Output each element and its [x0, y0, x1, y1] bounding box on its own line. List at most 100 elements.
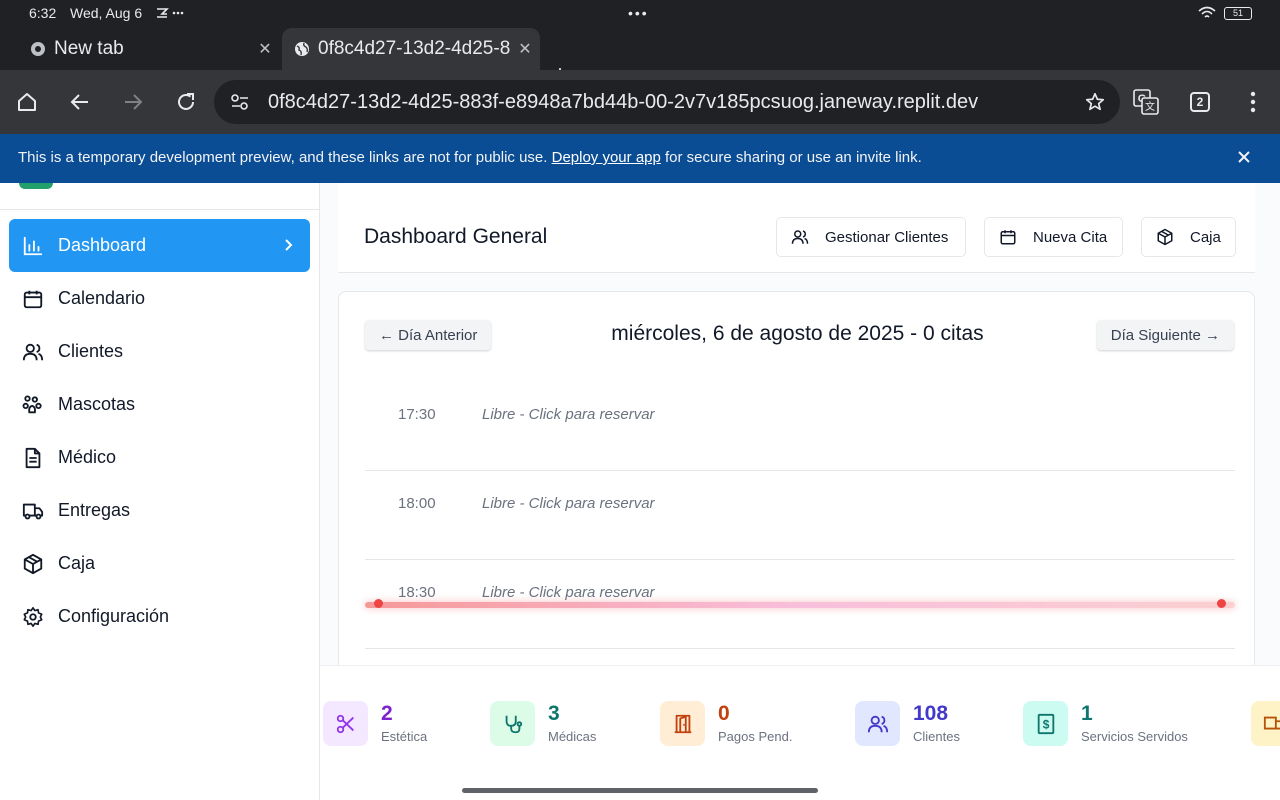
- url-text[interactable]: 0f8c4d27-13d2-4d25-883f-e8948a7bd44b-00-…: [268, 91, 1068, 114]
- sidebar-item-dashboard[interactable]: Dashboard: [9, 219, 310, 272]
- system-status-bar: 6:32 Wed, Aug 6 ••• 51: [0, 0, 1280, 28]
- stat-clientes[interactable]: 108 Clientes: [855, 701, 960, 751]
- stat-value: 3: [548, 702, 560, 725]
- menu-button[interactable]: [1239, 88, 1267, 116]
- box-icon: [1157, 228, 1173, 246]
- gesture-home-bar[interactable]: [462, 788, 818, 793]
- address-bar[interactable]: 0f8c4d27-13d2-4d25-883f-e8948a7bd44b-00-…: [214, 80, 1120, 124]
- site-settings-icon[interactable]: [230, 93, 250, 111]
- sidebar-item-mascotas[interactable]: Mascotas: [9, 378, 310, 431]
- button-label: Caja: [1190, 228, 1221, 246]
- stat-servicios-servidos[interactable]: $ 1 Servicios Servidos: [1023, 701, 1188, 751]
- users-icon: [867, 715, 888, 732]
- sidebar-item-calendario[interactable]: Calendario: [9, 272, 310, 325]
- slot-time: 18:30: [398, 584, 436, 601]
- deploy-link[interactable]: Deploy your app: [552, 149, 661, 166]
- stat-pagos-pendientes[interactable]: 0 Pagos Pend.: [660, 701, 792, 751]
- stat-label: Clientes: [913, 729, 960, 744]
- sidebar-item-caja[interactable]: Caja: [9, 537, 310, 590]
- manage-clients-button[interactable]: Gestionar Clientes: [776, 217, 966, 257]
- close-icon[interactable]: [1236, 149, 1252, 165]
- stat-label: Pagos Pend.: [718, 729, 793, 744]
- arrow-right-icon: [125, 94, 143, 110]
- stat-entregas-partial[interactable]: [1251, 701, 1280, 751]
- sidebar-item-label: Configuración: [58, 606, 170, 626]
- tab-new-tab[interactable]: New tab ✕: [18, 28, 280, 70]
- scissors-icon: [336, 714, 354, 733]
- tab-active-app[interactable]: 0f8c4d27-13d2-4d25-883f-e8948a7bd44b ✕: [282, 28, 540, 70]
- truck-icon: [22, 503, 44, 519]
- time-slot[interactable]: 18:30 Libre - Click para reservar: [365, 560, 1235, 649]
- new-appointment-button[interactable]: Nueva Cita: [984, 217, 1123, 257]
- sidebar-item-medico[interactable]: Médico: [9, 431, 310, 484]
- sidebar-item-label: Dashboard: [58, 235, 147, 255]
- translate-icon: G文: [1133, 89, 1159, 115]
- chrome-icon: [31, 42, 45, 56]
- close-tab-icon[interactable]: ✕: [510, 39, 540, 59]
- sidebar-item-label: Calendario: [58, 288, 146, 308]
- cash-register-button[interactable]: Caja: [1141, 217, 1236, 257]
- globe-icon: [295, 42, 309, 56]
- stat-icon-box: $: [1023, 701, 1068, 746]
- stat-value: 1: [1081, 702, 1093, 725]
- stat-value: 2: [381, 702, 393, 725]
- box-icon: [23, 553, 43, 574]
- tab-title: New tab: [54, 38, 124, 59]
- users-icon: [22, 343, 44, 360]
- button-label: Gestionar Clientes: [825, 228, 949, 246]
- slot-status: Libre - Click para reservar: [482, 584, 655, 601]
- time-slot[interactable]: 17:30 Libre - Click para reservar: [365, 382, 1235, 471]
- multitask-indicator[interactable]: •••: [628, 5, 649, 21]
- notification-icons: [156, 6, 186, 20]
- home-icon: [18, 93, 36, 111]
- bookmark-star-icon[interactable]: [1084, 91, 1106, 113]
- sidebar-item-label: Entregas: [58, 500, 131, 520]
- browser-toolbar: 0f8c4d27-13d2-4d25-883f-e8948a7bd44b-00-…: [0, 70, 1280, 134]
- stat-icon-box: [660, 701, 705, 746]
- slot-time: 17:30: [398, 406, 436, 423]
- receipt-icon: $: [1037, 713, 1054, 734]
- sidebar-item-configuracion[interactable]: Configuración: [9, 590, 310, 643]
- stat-estetica[interactable]: 2 Estética: [323, 701, 427, 751]
- date: Wed, Aug 6: [70, 5, 143, 21]
- chevron-right-icon: [285, 239, 293, 251]
- document-icon: [25, 447, 41, 468]
- calendar-icon: [23, 290, 43, 308]
- stat-label: Servicios Servidos: [1081, 729, 1188, 744]
- tab-count: 2: [1190, 92, 1210, 112]
- preview-banner: This is a temporary development preview,…: [0, 134, 1280, 183]
- button-label: Nueva Cita: [1033, 228, 1108, 246]
- gear-icon: [23, 606, 43, 627]
- close-tab-icon[interactable]: ✕: [250, 39, 280, 59]
- users-icon: [791, 230, 809, 244]
- stethoscope-icon: [505, 715, 522, 733]
- sidebar-item-label: Clientes: [58, 341, 124, 361]
- home-button[interactable]: [13, 88, 41, 116]
- forward-button[interactable]: [119, 88, 147, 116]
- wifi-icon: [1198, 6, 1216, 18]
- next-day-button[interactable]: Día Siguiente →: [1096, 320, 1234, 350]
- time-slot[interactable]: 18:00 Libre - Click para reservar: [365, 471, 1235, 560]
- translate-button[interactable]: G文: [1132, 88, 1160, 116]
- sidebar-item-entregas[interactable]: Entregas: [9, 484, 310, 537]
- bar-chart-icon: [23, 236, 43, 255]
- page-title: Dashboard General: [364, 225, 548, 248]
- sidebar-item-clientes[interactable]: Clientes: [9, 325, 310, 378]
- banner-text: This is a temporary development preview,…: [18, 149, 552, 166]
- notification-icon: [157, 8, 184, 18]
- day-schedule-card: ← Día Anterior miércoles, 6 de agosto de…: [338, 291, 1255, 671]
- tab-switcher-button[interactable]: 2: [1186, 88, 1214, 116]
- sidebar-item-label: Médico: [58, 447, 117, 467]
- back-button[interactable]: [66, 88, 94, 116]
- stat-label: Médicas: [548, 729, 597, 744]
- stat-medicas[interactable]: 3 Médicas: [490, 701, 596, 751]
- page-header: Dashboard General Gestionar Clientes Nue…: [338, 183, 1255, 273]
- door-icon: [674, 714, 691, 733]
- svg-text:$: $: [1042, 717, 1049, 731]
- slot-status: Libre - Click para reservar: [482, 495, 655, 512]
- sidebar-item-label: Mascotas: [58, 394, 136, 414]
- app-logo: [19, 183, 53, 189]
- slot-time: 18:00: [398, 495, 436, 512]
- slot-status: Libre - Click para reservar: [482, 406, 655, 423]
- reload-button[interactable]: [172, 88, 200, 116]
